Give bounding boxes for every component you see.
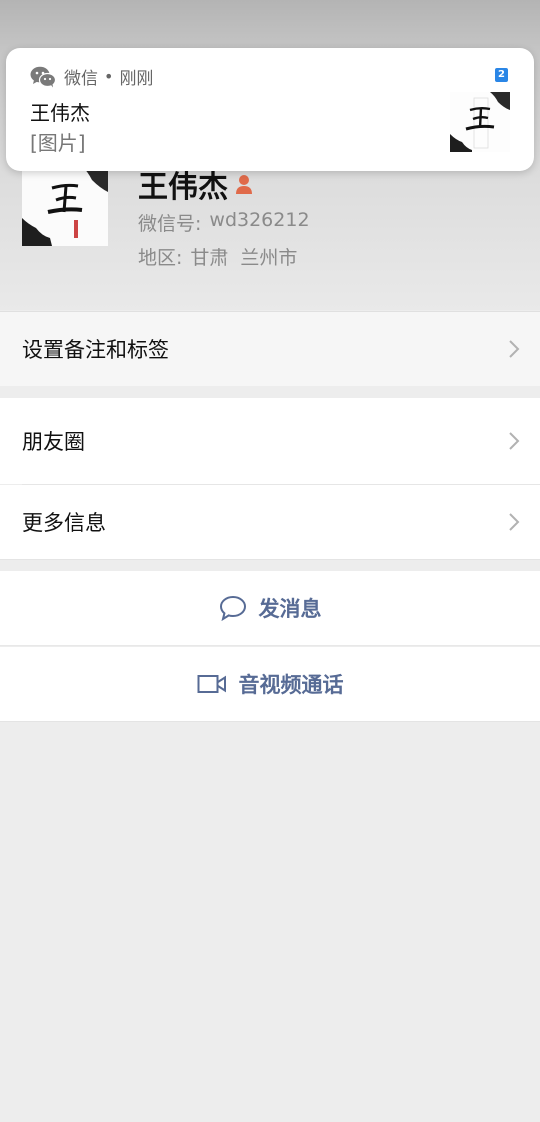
send-message-label: 发消息 [258, 597, 322, 621]
chat-bubble-icon [219, 595, 247, 621]
more-info-row[interactable]: 更多信息 [0, 485, 540, 560]
moments-label: 朋友圈 [22, 430, 85, 454]
chevron-right-icon [509, 513, 520, 531]
avatar-image [22, 166, 108, 246]
chevron-right-icon [509, 340, 520, 358]
region-province: 甘肃 [190, 247, 229, 269]
set-remark-row[interactable]: 设置备注和标签 [0, 311, 540, 386]
avatar[interactable] [22, 166, 108, 246]
notification-body: [图片] [30, 131, 86, 155]
more-info-label: 更多信息 [22, 511, 106, 535]
send-message-button[interactable]: 发消息 [0, 571, 540, 646]
notification-time: 刚刚 [119, 69, 154, 89]
wechat-id-value: wd326212 [209, 209, 310, 231]
person-icon [236, 175, 252, 194]
video-call-label: 音视频通话 [238, 673, 344, 697]
chevron-right-icon [509, 432, 520, 450]
video-call-button[interactable]: 音视频通话 [0, 647, 540, 722]
wechat-id-line: 微信号: wd326212 [138, 209, 310, 236]
notification-app-name: 微信 [64, 69, 98, 89]
notification-thumbnail[interactable] [450, 92, 510, 152]
notification-separator: • [104, 67, 114, 86]
contact-profile-screen: 王伟杰 微信号: wd326212 地区: 甘肃 兰州市 设置备注和标签 朋友圈 [0, 0, 540, 1122]
region-label: 地区: [138, 247, 183, 269]
set-remark-label: 设置备注和标签 [22, 338, 169, 362]
video-camera-icon [197, 674, 227, 694]
region-line: 地区: 甘肃 兰州市 [138, 243, 297, 270]
notification-badge: 2 [495, 68, 508, 82]
wechat-id-label: 微信号: [138, 213, 202, 235]
notification-banner[interactable]: 微信 • 刚刚 王伟杰 [图片] 2 [6, 48, 534, 171]
notification-header: 微信 • 刚刚 [30, 64, 153, 89]
wechat-icon [30, 66, 56, 87]
region-city: 兰州市 [240, 247, 298, 269]
thumbnail-image [450, 92, 510, 152]
moments-row[interactable]: 朋友圈 [0, 398, 540, 484]
notification-sender: 王伟杰 [30, 101, 90, 125]
